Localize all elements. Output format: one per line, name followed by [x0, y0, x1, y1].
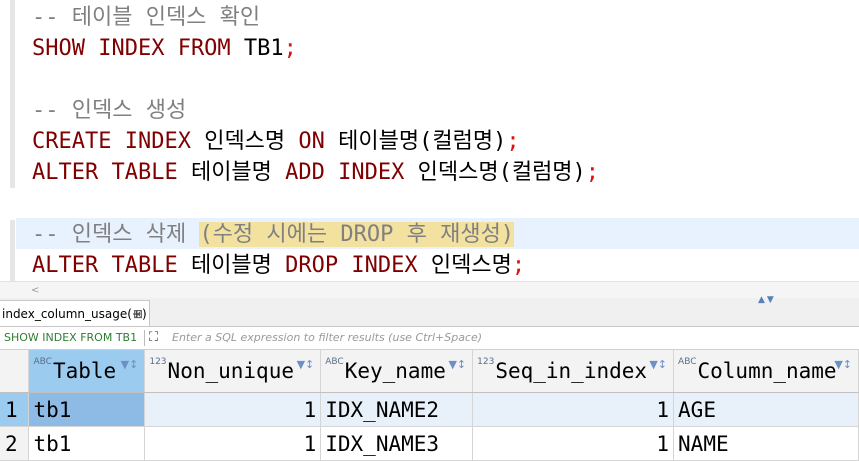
- editor-horizontal-scrollbar[interactable]: <: [0, 281, 859, 299]
- editor-line-6[interactable]: ALTER TABLE 테이블명 ADD INDEX 인덱스명(컬럼명);: [32, 157, 599, 188]
- cell-table[interactable]: tb1: [28, 426, 146, 461]
- panel-toggle-icon[interactable]: ▲▼: [758, 295, 776, 305]
- sql-editor[interactable]: -- 테이블 인덱스 확인 SHOW INDEX FROM TB1; -- 인덱…: [0, 0, 859, 299]
- table-row[interactable]: 2 tb1 1 IDX_NAME3 1 NAME: [0, 426, 859, 461]
- cell-key-name[interactable]: IDX_NAME2: [320, 392, 474, 427]
- column-header-non-unique[interactable]: 123Non_unique ▼↕: [144, 350, 322, 393]
- text-type-icon: ABC: [325, 357, 344, 367]
- editor-gutter: [0, 0, 15, 298]
- cell-column-name[interactable]: AGE: [673, 392, 859, 427]
- row-number[interactable]: 1: [0, 392, 30, 427]
- editor-line-2[interactable]: SHOW INDEX FROM TB1;: [32, 33, 297, 64]
- cell-column-name[interactable]: NAME: [673, 426, 859, 461]
- cell-seq-in-index[interactable]: 1: [472, 392, 675, 427]
- filter-input[interactable]: Enter a SQL expression to filter results…: [172, 327, 482, 349]
- grid-header-row: ABCTable ▼↕ 123Non_unique ▼↕ ABCKey_name ▼↕…: [0, 350, 859, 393]
- fold-marker: [10, 220, 15, 281]
- filter-sort-icon[interactable]: ▼↕: [297, 358, 315, 371]
- editor-line-8[interactable]: -- 인덱스 삭제 (수정 시에는 DROP 후 재생성): [32, 219, 515, 250]
- filter-sort-icon[interactable]: ▼↕: [121, 358, 139, 371]
- text-type-icon: ABC: [33, 357, 52, 367]
- cell-table[interactable]: tb1: [28, 392, 146, 427]
- divider: [144, 330, 145, 346]
- editor-line-1[interactable]: -- 테이블 인덱스 확인: [32, 2, 260, 33]
- column-header-seq-in-index[interactable]: 123Seq_in_index ▼↕: [472, 350, 675, 393]
- row-number-header[interactable]: [0, 350, 30, 393]
- results-panel: index_column_usage(+) ⊠ ▲▼ SHOW INDEX FR…: [0, 295, 859, 461]
- editor-line-9[interactable]: ALTER TABLE 테이블명 DROP INDEX 인덱스명;: [32, 250, 525, 281]
- editor-line-5[interactable]: CREATE INDEX 인덱스명 ON 테이블명(컬럼명);: [32, 126, 520, 157]
- filter-sort-icon[interactable]: ▼↕: [448, 358, 466, 371]
- filter-sort-icon[interactable]: ▼↕: [649, 358, 667, 371]
- filter-expand-icon[interactable]: ⛶: [149, 330, 158, 346]
- filter-sort-icon[interactable]: ▼↕: [834, 358, 852, 371]
- scroll-left-icon[interactable]: <: [31, 282, 39, 299]
- text-type-icon: ABC: [678, 357, 697, 367]
- query-label: SHOW INDEX FROM TB1: [4, 331, 138, 344]
- cell-key-name[interactable]: IDX_NAME3: [320, 426, 474, 461]
- number-type-icon: 123: [149, 357, 167, 367]
- tab-index-column-usage[interactable]: index_column_usage(+) ⊠: [0, 300, 150, 326]
- fold-marker: [10, 0, 15, 188]
- editor-line-4[interactable]: -- 인덱스 생성: [32, 95, 186, 126]
- column-header-table[interactable]: ABCTable ▼↕: [28, 350, 146, 393]
- results-grid: ABCTable ▼↕ 123Non_unique ▼↕ ABCKey_name ▼↕…: [0, 350, 859, 461]
- cell-non-unique[interactable]: 1: [144, 392, 322, 427]
- table-row[interactable]: 1 tb1 1 IDX_NAME2 1 AGE: [0, 392, 859, 427]
- cell-non-unique[interactable]: 1: [144, 426, 322, 461]
- close-tab-icon[interactable]: ⊠: [133, 301, 143, 327]
- column-header-key-name[interactable]: ABCKey_name ▼↕: [320, 350, 474, 393]
- number-type-icon: 123: [477, 357, 495, 367]
- filter-bar: SHOW INDEX FROM TB1 ⛶ Enter a SQL expres…: [0, 327, 859, 350]
- results-tabbar: index_column_usage(+) ⊠ ▲▼: [0, 295, 859, 327]
- cell-seq-in-index[interactable]: 1: [472, 426, 675, 461]
- row-number[interactable]: 2: [0, 426, 30, 461]
- column-header-column-name[interactable]: ABCColumn_name ▼↕: [673, 350, 859, 393]
